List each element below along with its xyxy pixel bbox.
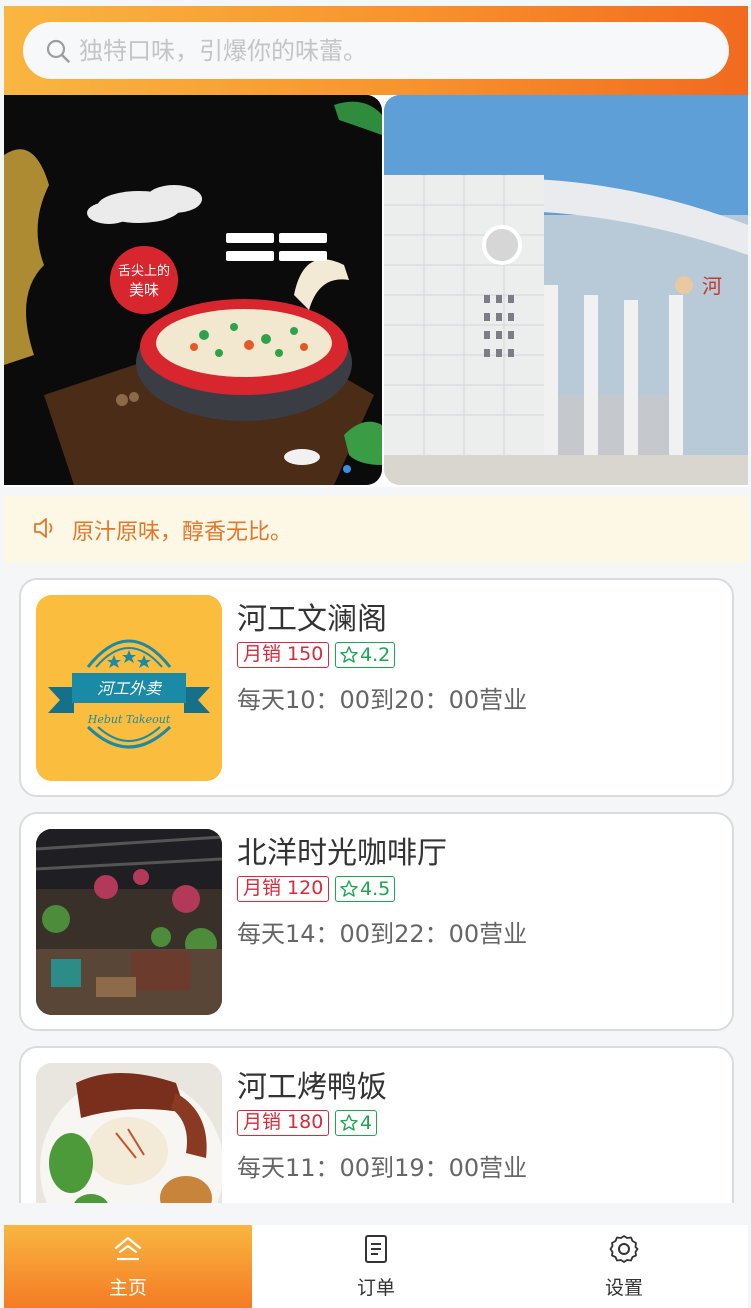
food-promo-badge-line1: 舌尖上的 (118, 263, 170, 279)
tab-home-label: 主页 (108, 1277, 147, 1299)
shop-photo-cafe (36, 829, 222, 1015)
gate-sign-text: 河 (702, 274, 722, 298)
food-promo-badge-line2: 美味 (129, 281, 159, 299)
notice-bar: 原汁原味，醇香无比。 (4, 496, 748, 563)
notice-text: 原汁原味，醇香无比。 (72, 519, 293, 545)
speaker-icon (32, 515, 58, 545)
shop-card[interactable]: 河工烤鸭饭 月销 180 4 每天11：00到19：00营业 (19, 1046, 734, 1203)
shop-card[interactable]: 河工外卖 Hebut Takeout 河工文澜阁 月销 150 4.2 每天10… (19, 578, 734, 797)
gear-icon (608, 1233, 640, 1269)
rating-value: 4 (360, 1111, 373, 1134)
rating-tag: 4.5 (335, 876, 396, 902)
shop-hours: 每天14：00到22：00营业 (237, 920, 528, 948)
shop-logo-image: 河工外卖 Hebut Takeout (36, 595, 222, 781)
sales-tag: 月销 120 (237, 876, 330, 902)
rating-tag: 4.2 (335, 642, 396, 668)
search-box[interactable] (23, 22, 729, 79)
shop-card[interactable]: 北洋时光咖啡厅 月销 120 4.5 每天14：00到22：00营业 (19, 812, 734, 1031)
home-icon (112, 1233, 144, 1269)
tab-settings[interactable]: 设置 (500, 1225, 748, 1308)
tab-orders[interactable]: 订单 (252, 1225, 500, 1308)
star-icon (340, 646, 358, 663)
star-icon (340, 880, 358, 897)
tab-settings-label: 设置 (604, 1277, 643, 1299)
banner-slide-food[interactable]: 舌尖上的 美味 (4, 95, 382, 485)
rating-value: 4.5 (360, 877, 391, 900)
rating-value: 4.2 (360, 643, 391, 666)
search-header (4, 6, 748, 95)
home-page: 舌尖上的 美味 (4, 6, 748, 1308)
shop-hours: 每天11：00到19：00营业 (237, 1154, 528, 1182)
sales-tag: 月销 180 (237, 1110, 330, 1136)
shop-hours: 每天10：00到20：00营业 (237, 686, 528, 714)
bottom-tab-bar: 主页 订单 设置 (4, 1225, 748, 1308)
tab-orders-label: 订单 (356, 1277, 395, 1299)
shop-logo-subtext: Hebut Takeout (87, 713, 171, 726)
shop-list: 河工外卖 Hebut Takeout 河工文澜阁 月销 150 4.2 每天10… (4, 563, 748, 1203)
shop-name[interactable]: 河工文澜阁 (237, 594, 387, 638)
shop-logo-text: 河工外卖 (97, 679, 163, 698)
shop-name[interactable]: 河工烤鸭饭 (237, 1062, 387, 1106)
shop-photo-duck-rice (36, 1063, 222, 1203)
campus-gate-image: 河 (384, 95, 748, 485)
banner-slide-campus[interactable]: 河 (384, 95, 748, 485)
banner-carousel[interactable]: 舌尖上的 美味 河 (4, 95, 748, 487)
food-promo-image: 舌尖上的 美味 (4, 95, 382, 485)
tab-home[interactable]: 主页 (4, 1225, 252, 1308)
document-icon (360, 1233, 392, 1269)
rating-tag: 4 (335, 1110, 378, 1136)
sales-tag: 月销 150 (237, 642, 330, 668)
star-icon (340, 1114, 358, 1131)
search-icon (45, 38, 71, 64)
shop-name[interactable]: 北洋时光咖啡厅 (237, 828, 447, 872)
search-input[interactable] (79, 36, 699, 65)
carousel-dot-active[interactable] (343, 465, 351, 473)
